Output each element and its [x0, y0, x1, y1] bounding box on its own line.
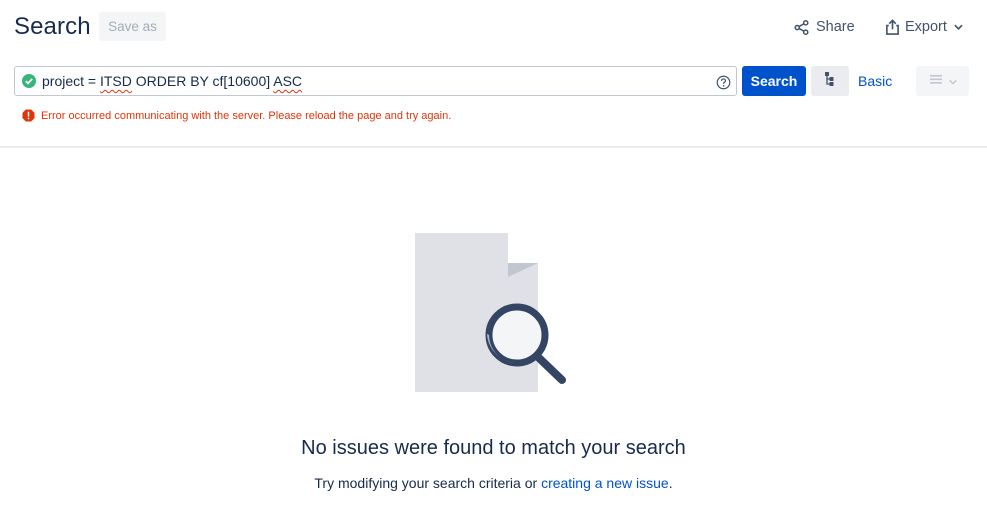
- question-circle-icon[interactable]: [716, 75, 731, 90]
- layout-switcher-button[interactable]: [916, 66, 969, 96]
- chevron-down-icon: [948, 72, 957, 90]
- search-button[interactable]: Search: [742, 66, 806, 96]
- jql-order-clause: ORDER BY cf[10600]: [131, 73, 274, 89]
- empty-state-text: Try modifying your search criteria or: [314, 475, 542, 491]
- share-icon: [794, 19, 809, 35]
- export-button[interactable]: Export: [885, 16, 963, 38]
- jql-project-key: ITSD: [99, 73, 132, 89]
- jql-query-text: project = ITSD ORDER BY cf[10600] ASC: [42, 73, 302, 89]
- list-layout-icon: [929, 72, 943, 90]
- export-label: Export: [905, 19, 947, 35]
- export-icon: [885, 19, 900, 35]
- no-results-illustration: [413, 231, 573, 396]
- save-as-button[interactable]: Save as: [99, 12, 166, 41]
- share-label: Share: [816, 19, 855, 35]
- jql-prefix: project =: [42, 73, 100, 89]
- divider: [0, 146, 987, 148]
- jql-query-input[interactable]: project = ITSD ORDER BY cf[10600] ASC: [14, 66, 737, 96]
- page-title: Search: [14, 13, 91, 40]
- error-icon: [22, 109, 35, 122]
- basic-mode-link[interactable]: Basic: [858, 73, 892, 89]
- create-issue-link[interactable]: creating a new issue: [541, 475, 669, 491]
- jql-sort-direction: ASC: [273, 73, 303, 89]
- empty-state-suffix: .: [668, 475, 673, 491]
- error-text: Error occurred communicating with the se…: [41, 109, 452, 122]
- query-switch-icon: [824, 71, 836, 92]
- empty-state-title: No issues were found to match your searc…: [301, 437, 686, 459]
- empty-state-description: Try modifying your search criteria or cr…: [0, 475, 987, 491]
- query-switch-button[interactable]: [811, 66, 849, 96]
- chevron-down-icon: [954, 24, 963, 30]
- share-button[interactable]: Share: [794, 16, 855, 38]
- error-message: Error occurred communicating with the se…: [22, 109, 451, 122]
- check-circle-icon: [22, 74, 36, 88]
